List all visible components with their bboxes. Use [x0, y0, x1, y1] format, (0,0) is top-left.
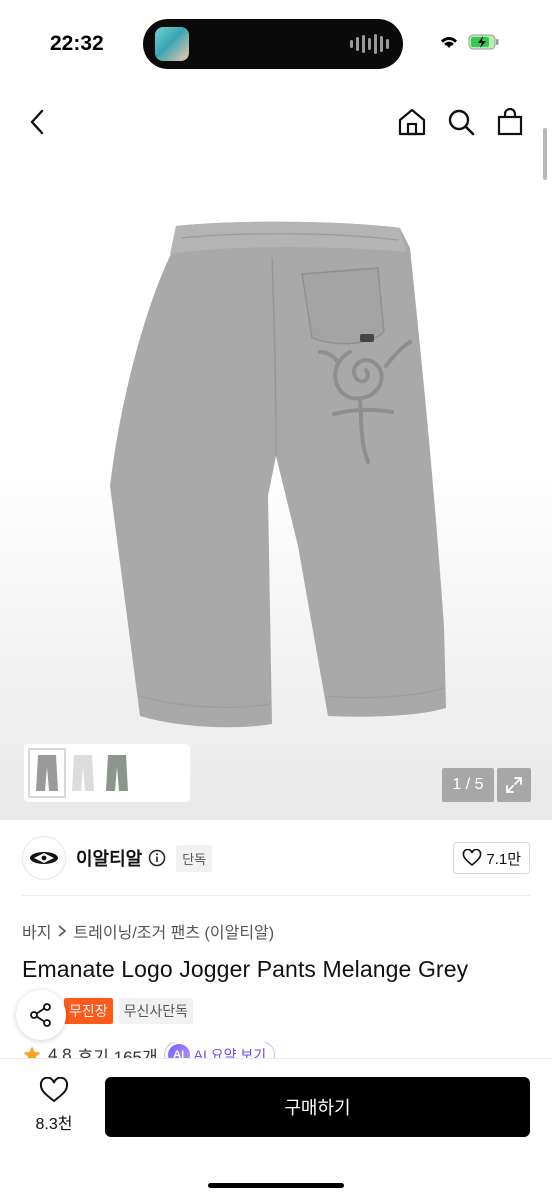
buy-button[interactable]: 구매하기	[105, 1077, 530, 1137]
thumbnail-grey[interactable]	[28, 748, 66, 798]
thumbnail-light-grey[interactable]	[68, 750, 98, 796]
thumbnail-khaki[interactable]	[102, 750, 132, 796]
exclusive-badge: 무신사단독	[118, 998, 194, 1024]
search-icon	[448, 109, 475, 136]
wifi-icon	[441, 37, 457, 48]
back-button[interactable]	[18, 102, 58, 142]
breadcrumb: 바지 트레이닝/조거 팬츠 (이알티알)	[22, 919, 274, 943]
event-badge: 무진장	[64, 998, 113, 1024]
wishlist-count: 8.3천	[35, 1116, 73, 1133]
chevron-left-icon	[30, 109, 44, 135]
brand-like-count: 7.1만	[486, 850, 521, 868]
product-badges: 무진장 무신사단독	[64, 998, 194, 1024]
heart-icon	[463, 849, 482, 867]
dynamic-island	[143, 19, 403, 69]
chevron-right-icon	[58, 925, 67, 937]
section-divider	[22, 895, 530, 896]
info-icon	[149, 849, 166, 867]
breadcrumb-subcategory[interactable]: 트레이닝/조거 팬츠 (이알티알)	[73, 919, 274, 943]
shopping-bag-icon	[497, 107, 523, 136]
status-bar: 22:32	[0, 0, 552, 88]
product-title: Emanate Logo Jogger Pants Melange Grey	[22, 956, 469, 982]
cart-button[interactable]	[490, 102, 530, 142]
top-navigation	[0, 88, 552, 156]
product-image	[110, 221, 446, 728]
expand-icon	[506, 777, 522, 793]
search-button[interactable]	[441, 102, 481, 142]
share-icon	[30, 1003, 51, 1027]
page-scrollbar[interactable]	[543, 128, 547, 180]
image-counter: 1 / 5	[442, 768, 494, 802]
expand-button[interactable]	[497, 768, 531, 802]
breadcrumb-category[interactable]: 바지	[22, 919, 51, 943]
product-image-gallery[interactable]: 1 / 5	[0, 156, 552, 820]
home-icon	[398, 108, 426, 136]
now-playing-app-icon	[155, 27, 189, 61]
brand-like-button[interactable]: 7.1만	[453, 842, 530, 874]
home-button[interactable]	[392, 102, 432, 142]
brand-name[interactable]: 이알티알	[76, 845, 142, 871]
brand-row: 이알티알 단독 7.1만	[22, 834, 530, 882]
audio-waveform-icon	[350, 33, 389, 55]
status-time: 22:32	[50, 32, 104, 55]
share-button[interactable]	[16, 990, 66, 1040]
brand-logo[interactable]	[22, 836, 66, 880]
bottom-action-bar: 8.3천 구매하기	[0, 1058, 552, 1200]
brand-info-button[interactable]	[148, 849, 166, 867]
system-icons	[438, 34, 500, 50]
battery-charging-icon	[468, 34, 499, 50]
exclusive-chip: 단독	[176, 844, 213, 872]
wishlist-button[interactable]: 8.3천	[24, 1077, 84, 1134]
heart-icon	[39, 1077, 69, 1103]
brand-logo-icon	[30, 852, 58, 864]
thumbnail-strip	[24, 744, 190, 802]
home-indicator	[208, 1183, 344, 1188]
